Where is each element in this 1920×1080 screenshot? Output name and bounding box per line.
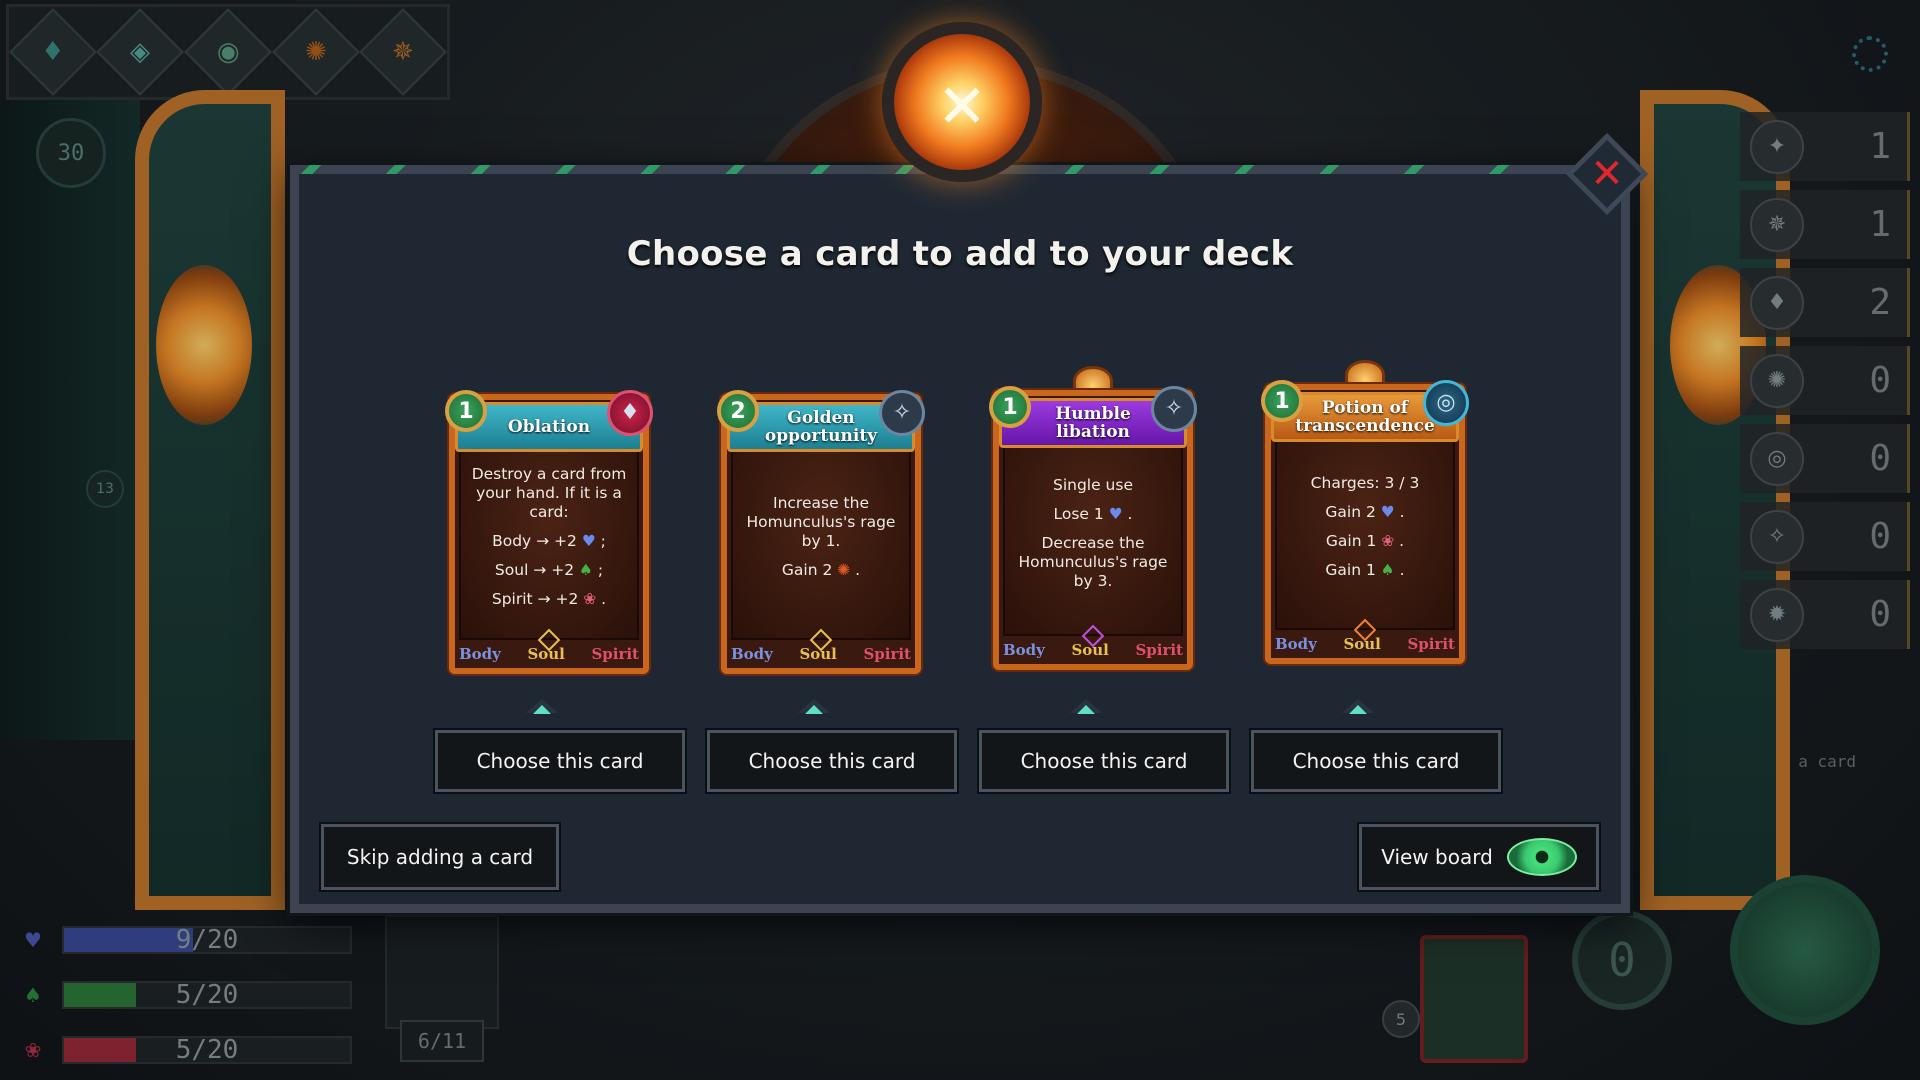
card-cost: 1 [989,386,1031,428]
modal-title: Choose a card to add to your deck [626,234,1294,274]
card-line: Decrease the Homunculus's rage by 3. [1018,533,1168,590]
card-line: Soul → +2 [494,561,575,579]
card-line: Charges: 3 / 3 [1310,474,1420,492]
choose-card-button-3[interactable]: Choose this card [979,730,1229,792]
card-footer: Body Soul Spirit [459,642,639,666]
footer-body: Body [731,645,773,663]
card-line-suffix: . [1122,504,1133,523]
card-line-suffix: . [850,561,861,579]
body-gem-icon: ♥ [1380,503,1395,521]
card-line: Gain 2 [781,561,833,579]
swirl-icon: ◎ [1423,380,1469,426]
card-line-suffix: . [1394,561,1405,579]
choose-card-button-4[interactable]: Choose this card [1251,730,1501,792]
footer-spirit: Spirit [1407,635,1455,653]
feather-drop-icon: ♦ [607,390,653,436]
spirit-gem-icon: ❀ [583,590,597,608]
rune-icon: ✧ [879,390,925,436]
card-line: Spirit → +2 [491,590,579,608]
body-gem-icon: ♥ [1108,504,1123,523]
card-line: Gain 1 [1325,561,1376,579]
card-cost: 1 [1261,380,1303,422]
card-line: Single use [1052,475,1133,494]
card-pointer-highlight [1349,705,1367,714]
soul-gem-icon: ♠ [579,561,593,579]
card-humble-libation[interactable]: Humble libation 1 ✧ Single use Lose 1 ♥ … [989,366,1197,670]
card-pointer-highlight [533,705,551,714]
footer-soul: Soul [1343,635,1381,653]
card-text: Destroy a card from your hand. If it is … [467,444,631,630]
card-potion-of-transcendence[interactable]: Potion of transcendence 1 ◎ Charges: 3 /… [1261,360,1469,664]
footer-spirit: Spirit [863,645,911,663]
footer-spirit: Spirit [1135,641,1183,659]
choose-card-button-1[interactable]: Choose this card [435,730,685,792]
card-line: Increase the Homunculus's rage by 1. [746,494,896,550]
card-text: Single use Lose 1 ♥ . Decrease the Homun… [1011,440,1175,626]
card-line-suffix: . [596,590,607,608]
card-line-suffix: ; [595,532,606,550]
card-line: Lose 1 [1053,504,1104,523]
close-icon: ✕ [1590,151,1624,197]
rune-icon: ✧ [1151,386,1197,432]
footer-body: Body [1003,641,1045,659]
view-board-label: View board [1381,845,1493,869]
footer-soul: Soul [527,645,565,663]
card-cost: 2 [717,390,759,432]
rage-icon: ✺ [837,561,851,579]
emblem-star-icon: ✕ [936,72,988,142]
card-line-suffix: . [1394,532,1405,550]
card-line: Gain 1 [1325,532,1377,550]
choose-card-button-2[interactable]: Choose this card [707,730,957,792]
card-footer: Body Soul Spirit [1003,638,1183,662]
card-footer: Body Soul Spirit [731,642,911,666]
card-line: Destroy a card from your hand. If it is … [471,465,627,521]
card-pointer-highlight [805,705,823,714]
card-pointer-highlight [1077,705,1095,714]
footer-spirit: Spirit [591,645,639,663]
card-line-suffix: . [1394,503,1405,521]
footer-soul: Soul [1071,641,1109,659]
card-text: Charges: 3 / 3 Gain 2 ♥ . Gain 1 ❀ . Gai… [1283,434,1447,620]
footer-body: Body [1275,635,1317,653]
card-line: Body → +2 [492,532,577,550]
card-text: Increase the Homunculus's rage by 1. Gai… [739,444,903,630]
view-board-button[interactable]: View board [1359,824,1599,890]
card-oblation[interactable]: Oblation 1 ♦ Destroy a card from your ha… [445,374,653,674]
sun-emblem-icon: ✕ [882,22,1042,182]
card-footer: Body Soul Spirit [1275,632,1455,656]
card-golden-opportunity[interactable]: Golden opportunity 2 ✧ Increase the Homu… [717,374,925,674]
footer-body: Body [459,645,501,663]
spirit-gem-icon: ❀ [1381,532,1395,550]
skip-adding-card-button[interactable]: Skip adding a card [321,824,559,890]
body-gem-icon: ♥ [581,532,596,550]
footer-soul: Soul [799,645,837,663]
card-line-suffix: ; [592,561,604,579]
card-line: Gain 2 [1325,503,1376,521]
eye-icon [1506,838,1577,876]
card-reward-modal: Choose a card to add to your deck Oblati… [290,165,1630,913]
soul-gem-icon: ♠ [1380,561,1395,579]
card-cost: 1 [445,390,487,432]
